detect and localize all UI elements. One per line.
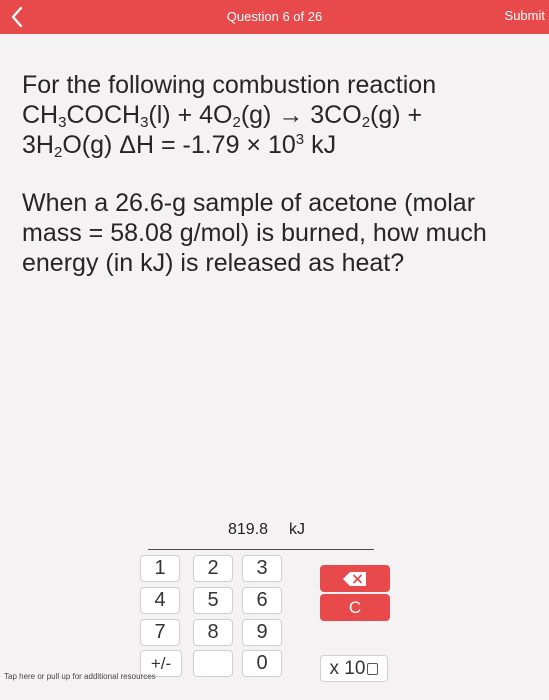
exponent-box-icon — [367, 662, 379, 675]
key-6[interactable]: 6 — [242, 587, 282, 614]
submit-button[interactable]: Submit — [505, 8, 545, 23]
times-ten-key[interactable]: x 10 — [320, 655, 388, 682]
key-5[interactable]: 5 — [193, 587, 233, 614]
key-9[interactable]: 9 — [242, 619, 282, 646]
question-prompt: When a 26.6-g sample of acetone (molar m… — [22, 189, 487, 277]
key-1[interactable]: 1 — [140, 555, 180, 582]
answer-unit: kJ — [289, 521, 305, 538]
key-3[interactable]: 3 — [242, 555, 282, 582]
times-ten-label: x 10 — [329, 657, 366, 679]
question-counter: Question 6 of 26 — [226, 9, 323, 24]
decimal-key[interactable] — [193, 650, 233, 677]
question-intro: For the following combustion reaction CH… — [22, 71, 437, 161]
backspace-icon — [343, 571, 366, 586]
key-7[interactable]: 7 — [140, 619, 180, 646]
top-bar: Question 6 of 26 Submit — [0, 0, 549, 34]
key-8[interactable]: 8 — [193, 619, 233, 646]
key-4[interactable]: 4 — [140, 587, 180, 614]
answer-underline — [148, 549, 374, 550]
resources-hint[interactable]: Tap here or pull up for additional resou… — [4, 672, 156, 681]
question-text: For the following combustion reaction CH… — [22, 70, 532, 278]
reaction-equation: CH3COCH3(l) + 4O2(g) → 3CO2(g) +3H2O(g) … — [22, 101, 423, 161]
key-2[interactable]: 2 — [193, 555, 233, 582]
key-0[interactable]: 0 — [242, 650, 282, 677]
backspace-key[interactable] — [320, 565, 390, 592]
answer-value[interactable]: 819.8 — [228, 521, 268, 539]
clear-key[interactable]: C — [320, 594, 390, 621]
